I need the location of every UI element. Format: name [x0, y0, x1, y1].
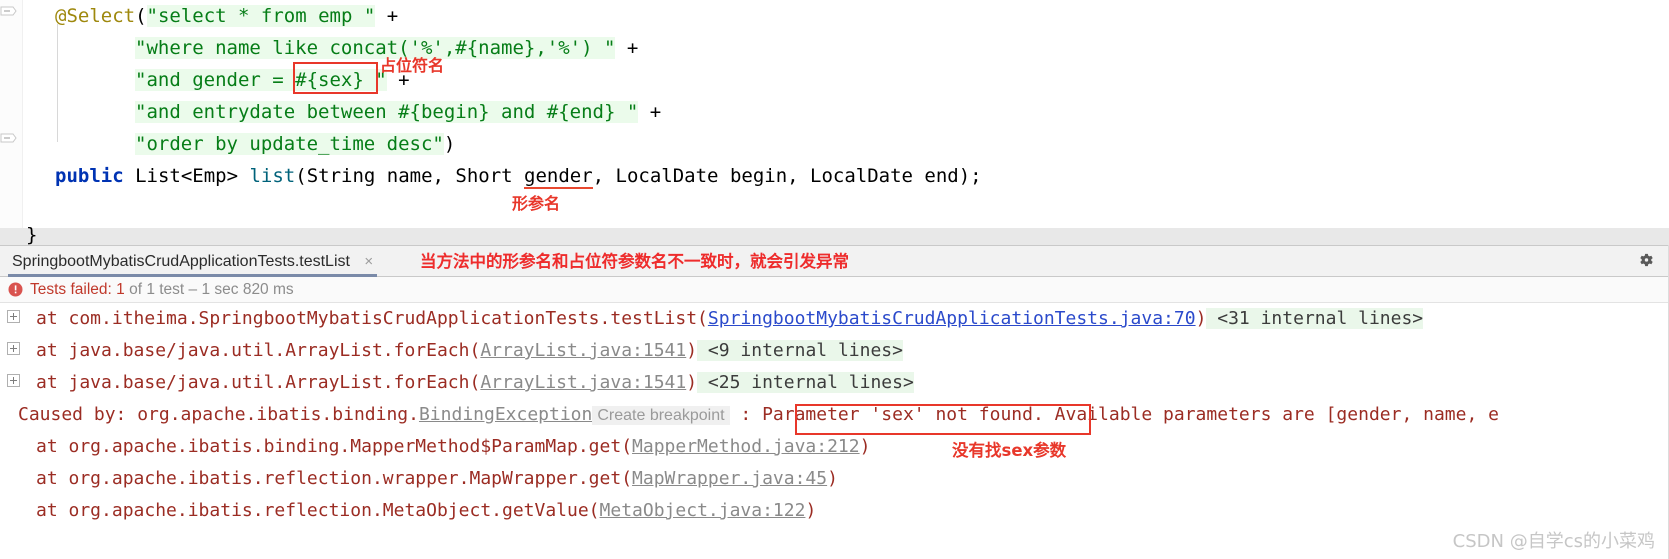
code-token: +: [638, 101, 673, 123]
expand-icon[interactable]: [7, 310, 20, 323]
code-token: , LocalDate begin, LocalDate end);: [592, 165, 982, 187]
gear-icon[interactable]: [1638, 253, 1655, 270]
error-icon: [8, 282, 23, 297]
trace-token: at java.base/java.util.ArrayList.forEach…: [36, 340, 481, 361]
formal-parameter-label: 形参名: [512, 194, 561, 213]
code-token: ): [443, 133, 456, 155]
stack-trace-row[interactable]: at com.itheima.SpringbootMybatisCrudAppl…: [0, 303, 1669, 335]
trace-token: at org.apache.ibatis.binding.MapperMetho…: [36, 436, 633, 457]
source-link[interactable]: MapWrapper.java:45: [632, 468, 827, 489]
code-editor[interactable]: @Select("select * from emp " + "where na…: [0, 0, 1669, 245]
code-token: (: [135, 5, 147, 27]
trace-token: <31 internal lines>: [1206, 308, 1424, 329]
missing-parameter-label: 没有找sex参数: [952, 441, 1067, 460]
trace-token: Create breakpoint: [592, 406, 730, 425]
code-fold-marker-icon-2[interactable]: [0, 133, 17, 150]
stack-trace-text: at java.base/java.util.ArrayList.forEach…: [36, 335, 903, 367]
trace-token: ): [1195, 308, 1207, 329]
collapsed-brace-line: }: [0, 224, 1669, 245]
csdn-watermark: CSDN @自学cs的小菜鸡: [1452, 531, 1655, 552]
tests-failed-count: 1: [116, 281, 125, 298]
stack-trace-text: at org.apache.ibatis.reflection.wrapper.…: [36, 463, 838, 495]
stack-trace-text: at java.base/java.util.ArrayList.forEach…: [36, 367, 914, 399]
source-link[interactable]: ArrayList.java:1541: [480, 340, 686, 361]
stack-trace-row[interactable]: at org.apache.ibatis.reflection.MetaObje…: [0, 495, 1669, 527]
code-token: +: [375, 5, 410, 27]
trace-token: at java.base/java.util.ArrayList.forEach…: [36, 372, 481, 393]
trace-token: at com.itheima.SpringbootMybatisCrudAppl…: [36, 308, 708, 329]
code-token: +: [615, 37, 650, 59]
run-test-panel: SpringbootMybatisCrudApplicationTests.te…: [0, 245, 1669, 559]
trace-token: ): [686, 372, 698, 393]
code-token: (String name, Short: [295, 165, 525, 187]
stack-trace-row[interactable]: at java.base/java.util.ArrayList.forEach…: [0, 367, 1669, 399]
tab-label: SpringbootMybatisCrudApplicationTests.te…: [12, 253, 350, 270]
code-token: @Select: [55, 5, 136, 27]
source-link[interactable]: MetaObject.java:122: [600, 500, 806, 521]
stack-trace-text: at com.itheima.SpringbootMybatisCrudAppl…: [36, 303, 1424, 335]
trace-token: <9 internal lines>: [697, 340, 903, 361]
code-line-6: public List<Emp> list(String name, Short…: [22, 160, 982, 192]
code-token: "select * from emp ": [146, 5, 376, 27]
exception-message-highlight-box: [795, 404, 1091, 435]
source-link[interactable]: ArrayList.java:1541: [480, 372, 686, 393]
stack-trace-text: Caused by: org.apache.ibatis.binding.Bin…: [18, 399, 1499, 431]
stack-trace-text: at org.apache.ibatis.reflection.MetaObje…: [36, 495, 816, 527]
expand-icon[interactable]: [7, 342, 20, 355]
trace-token: at org.apache.ibatis.reflection.MetaObje…: [36, 500, 600, 521]
panel-header: SpringbootMybatisCrudApplicationTests.te…: [0, 245, 1669, 277]
editor-gutter: [0, 0, 23, 245]
test-status-line: Tests failed: 1 of 1 test – 1 sec 820 ms: [0, 277, 1669, 303]
trace-token: . Available parameters are [gender, name…: [1033, 404, 1499, 425]
source-link[interactable]: BindingException: [419, 404, 592, 425]
code-line-5: "order by update_time desc"): [22, 128, 982, 160]
code-token: gender: [524, 165, 593, 189]
code-fold-marker-icon[interactable]: [0, 6, 17, 23]
tests-duration: of 1 test – 1 sec 820 ms: [124, 281, 294, 298]
expand-icon[interactable]: [7, 374, 20, 387]
code-line-3: "and gender = #{sex} " +: [22, 64, 982, 96]
code-line-4: "and entrydate between #{begin} and #{en…: [22, 96, 982, 128]
test-status-text: Tests failed: 1 of 1 test – 1 sec 820 ms: [30, 279, 294, 301]
stack-trace-row[interactable]: at org.apache.ibatis.binding.MapperMetho…: [0, 431, 1669, 463]
tests-failed-label: Tests failed:: [30, 281, 117, 298]
trace-token: ): [805, 500, 817, 521]
trace-token: ): [859, 436, 871, 457]
trace-token: Caused by: org.apache.ibatis.binding.: [18, 404, 419, 425]
header-annotation-note: 当方法中的形参名和占位符参数名不一致时，就会引发异常: [420, 252, 849, 271]
code-token: public: [55, 165, 124, 187]
ide-screenshot: @Select("select * from emp " + "where na…: [0, 0, 1669, 559]
tab-test-run[interactable]: SpringbootMybatisCrudApplicationTests.te…: [8, 246, 378, 277]
code-token: "where name like concat('%',#{name},'%')…: [135, 37, 616, 59]
code-token: list: [249, 165, 296, 187]
source-link[interactable]: SpringbootMybatisCrudApplicationTests.ja…: [708, 308, 1196, 329]
stack-trace-text: at org.apache.ibatis.binding.MapperMetho…: [36, 431, 870, 463]
code-line-1: @Select("select * from emp " +: [22, 0, 982, 32]
trace-token: at org.apache.ibatis.reflection.wrapper.…: [36, 468, 633, 489]
placeholder-highlight-box: [293, 62, 378, 94]
code-line-2: "where name like concat('%',#{name},'%')…: [22, 32, 982, 64]
code-token: List<Emp>: [123, 165, 250, 187]
code-token: "and entrydate between #{begin} and #{en…: [135, 101, 639, 123]
source-link[interactable]: MapperMethod.java:212: [632, 436, 860, 457]
trace-token: ): [686, 340, 698, 361]
stack-trace-row[interactable]: at org.apache.ibatis.reflection.wrapper.…: [0, 463, 1669, 495]
source-code[interactable]: @Select("select * from emp " + "where na…: [22, 0, 982, 192]
close-icon[interactable]: ×: [364, 253, 373, 270]
placeholder-name-label: 占位符名: [380, 56, 445, 75]
stack-trace-row[interactable]: at java.base/java.util.ArrayList.forEach…: [0, 335, 1669, 367]
trace-token: ): [827, 468, 838, 489]
trace-token: <25 internal lines>: [697, 372, 914, 393]
code-token: "order by update_time desc": [135, 133, 444, 155]
trace-token: :: [729, 404, 763, 425]
closing-brace: }: [26, 224, 38, 245]
